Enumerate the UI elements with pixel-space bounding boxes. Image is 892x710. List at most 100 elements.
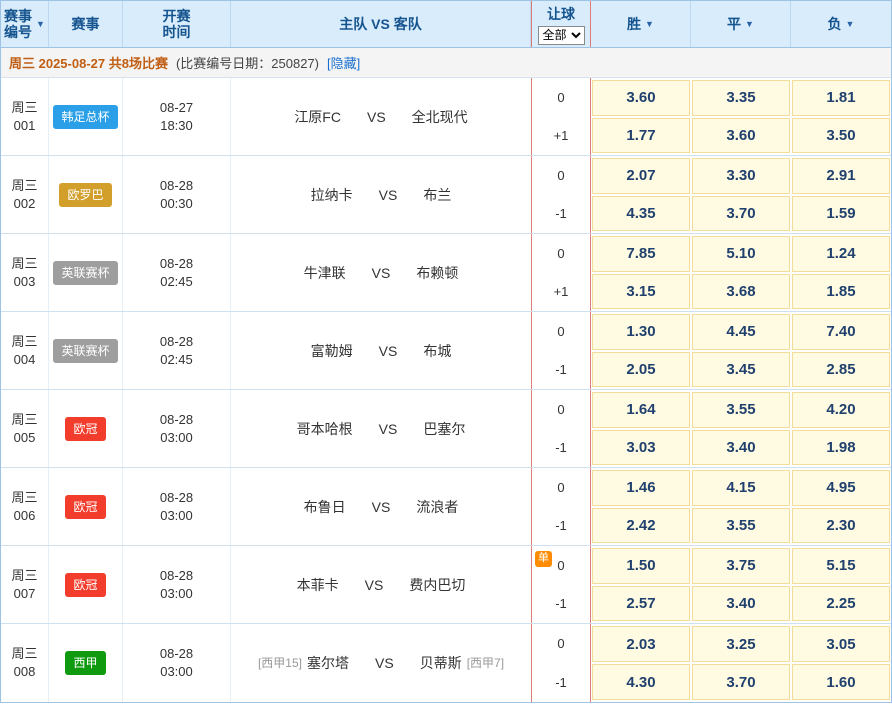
win-caret-icon[interactable]: ▼ (645, 20, 654, 29)
odds-draw[interactable]: 3.68 (692, 274, 790, 310)
odds-lose[interactable]: 1.60 (792, 664, 890, 700)
teams-cell: [西甲15] 塞尔塔 VS 贝蒂斯 [西甲7] (231, 624, 531, 702)
odds-draw[interactable]: 3.60 (692, 118, 790, 154)
match-no: 003 (14, 273, 36, 291)
odds-draw[interactable]: 4.45 (692, 314, 790, 350)
odds-win[interactable]: 7.85 (592, 236, 690, 272)
hide-link[interactable]: [隐藏] (327, 53, 360, 72)
lose-caret-icon[interactable]: ▼ (846, 20, 855, 29)
odds-win[interactable]: 3.15 (592, 274, 690, 310)
handicap-cell: 0 (532, 234, 590, 273)
handicap-value: 0 (557, 90, 564, 105)
handicap-value: 0 (557, 558, 564, 573)
vs-label: VS (365, 576, 384, 594)
league-cell: 欧冠 (49, 390, 123, 467)
odds-lose[interactable]: 7.40 (792, 314, 890, 350)
away-team: 巴塞尔 (423, 420, 465, 438)
sort-caret-icon[interactable]: ▼ (36, 20, 45, 29)
match-number-cell: 周三 006 (1, 468, 49, 545)
league-badge[interactable]: 英联赛杯 (53, 261, 117, 285)
draw-caret-icon[interactable]: ▼ (745, 20, 754, 29)
header-teams: 主队 VS 客队 (231, 1, 531, 47)
odds-table: 赛事 编号 ▼ 赛事 开赛 时间 主队 VS 客队 让球 全部 胜 ▼ (0, 0, 892, 703)
odds-draw[interactable]: 3.30 (692, 158, 790, 194)
odds-draw[interactable]: 3.40 (692, 586, 790, 622)
odds-lose[interactable]: 5.15 (792, 548, 890, 584)
odds-win[interactable]: 1.30 (592, 314, 690, 350)
league-badge[interactable]: 欧罗巴 (59, 183, 111, 207)
odds-win[interactable]: 3.03 (592, 430, 690, 466)
home-team: 塞尔塔 (307, 654, 349, 672)
vs-label: VS (375, 654, 394, 672)
league-cell: 英联赛杯 (49, 312, 123, 389)
odds-draw[interactable]: 3.55 (692, 508, 790, 544)
handicap-cell: -1 (532, 195, 590, 234)
vs-label: VS (379, 186, 398, 204)
odds-lose[interactable]: 1.24 (792, 236, 890, 272)
handicap-cell: +1 (532, 273, 590, 312)
handicap-column: 0 -1 (531, 624, 591, 702)
match-row: 周三 008 西甲 08-28 03:00 [西甲15] 塞尔塔 VS 贝蒂斯 … (1, 624, 891, 702)
odds-lose[interactable]: 1.98 (792, 430, 890, 466)
match-no: 008 (14, 663, 36, 681)
odds-lose[interactable]: 4.95 (792, 470, 890, 506)
odds-lose[interactable]: 1.85 (792, 274, 890, 310)
odds-win[interactable]: 4.30 (592, 664, 690, 700)
odds-win[interactable]: 2.57 (592, 586, 690, 622)
league-badge[interactable]: 欧冠 (65, 417, 105, 441)
odds-lose[interactable]: 2.91 (792, 158, 890, 194)
handicap-cell: 单 0 (532, 546, 590, 585)
odds-draw[interactable]: 3.25 (692, 626, 790, 662)
handicap-value: -1 (555, 440, 567, 455)
odds-win[interactable]: 3.60 (592, 80, 690, 116)
odds-lose[interactable]: 1.81 (792, 80, 890, 116)
odds-lose[interactable]: 2.25 (792, 586, 890, 622)
odds-win[interactable]: 1.77 (592, 118, 690, 154)
match-day: 周三 (11, 489, 37, 507)
day-summary: 周三 2025-08-27 共8场比赛 (9, 53, 168, 72)
kickoff-time: 02:45 (160, 351, 193, 369)
league-cell: 西甲 (49, 624, 123, 702)
handicap-value: 0 (557, 246, 564, 261)
odds-draw[interactable]: 3.70 (692, 196, 790, 232)
vs-label: VS (372, 264, 391, 282)
odds-lose[interactable]: 2.30 (792, 508, 890, 544)
odds-draw[interactable]: 3.45 (692, 352, 790, 388)
odds-win[interactable]: 4.35 (592, 196, 690, 232)
league-badge[interactable]: 欧冠 (65, 573, 105, 597)
league-badge[interactable]: 韩足总杯 (53, 105, 117, 129)
league-badge[interactable]: 西甲 (65, 651, 105, 675)
odds-win[interactable]: 2.05 (592, 352, 690, 388)
odds-win[interactable]: 1.46 (592, 470, 690, 506)
odds-lose[interactable]: 2.85 (792, 352, 890, 388)
league-badge[interactable]: 英联赛杯 (53, 339, 117, 363)
odds-lose[interactable]: 4.20 (792, 392, 890, 428)
match-number-cell: 周三 001 (1, 78, 49, 155)
odds-win[interactable]: 2.03 (592, 626, 690, 662)
odds-win[interactable]: 2.07 (592, 158, 690, 194)
kickoff-time: 00:30 (160, 195, 193, 213)
header-handicap-label: 让球 (547, 4, 575, 24)
odds-lose[interactable]: 1.59 (792, 196, 890, 232)
odds-draw[interactable]: 5.10 (692, 236, 790, 272)
match-day: 周三 (11, 255, 37, 273)
odds-win[interactable]: 1.50 (592, 548, 690, 584)
kickoff-time: 03:00 (160, 429, 193, 447)
odds-win[interactable]: 2.42 (592, 508, 690, 544)
home-team: 江原FC (294, 108, 341, 126)
header-time-line2: 时间 (163, 24, 191, 40)
header-match-no: 赛事 编号 ▼ (1, 1, 49, 47)
odds-win[interactable]: 1.64 (592, 392, 690, 428)
odds-draw[interactable]: 3.70 (692, 664, 790, 700)
odds-lose[interactable]: 3.50 (792, 118, 890, 154)
odds-lose[interactable]: 3.05 (792, 626, 890, 662)
odds-draw[interactable]: 3.40 (692, 430, 790, 466)
odds-draw[interactable]: 4.15 (692, 470, 790, 506)
odds-draw[interactable]: 3.35 (692, 80, 790, 116)
odds-grid: 2.07 3.30 2.91 4.35 3.70 1.59 (591, 156, 891, 233)
league-badge[interactable]: 欧冠 (65, 495, 105, 519)
handicap-filter-select[interactable]: 全部 (538, 26, 585, 45)
odds-draw[interactable]: 3.55 (692, 392, 790, 428)
odds-draw[interactable]: 3.75 (692, 548, 790, 584)
teams-cell: 本菲卡 VS 费内巴切 (231, 546, 531, 623)
